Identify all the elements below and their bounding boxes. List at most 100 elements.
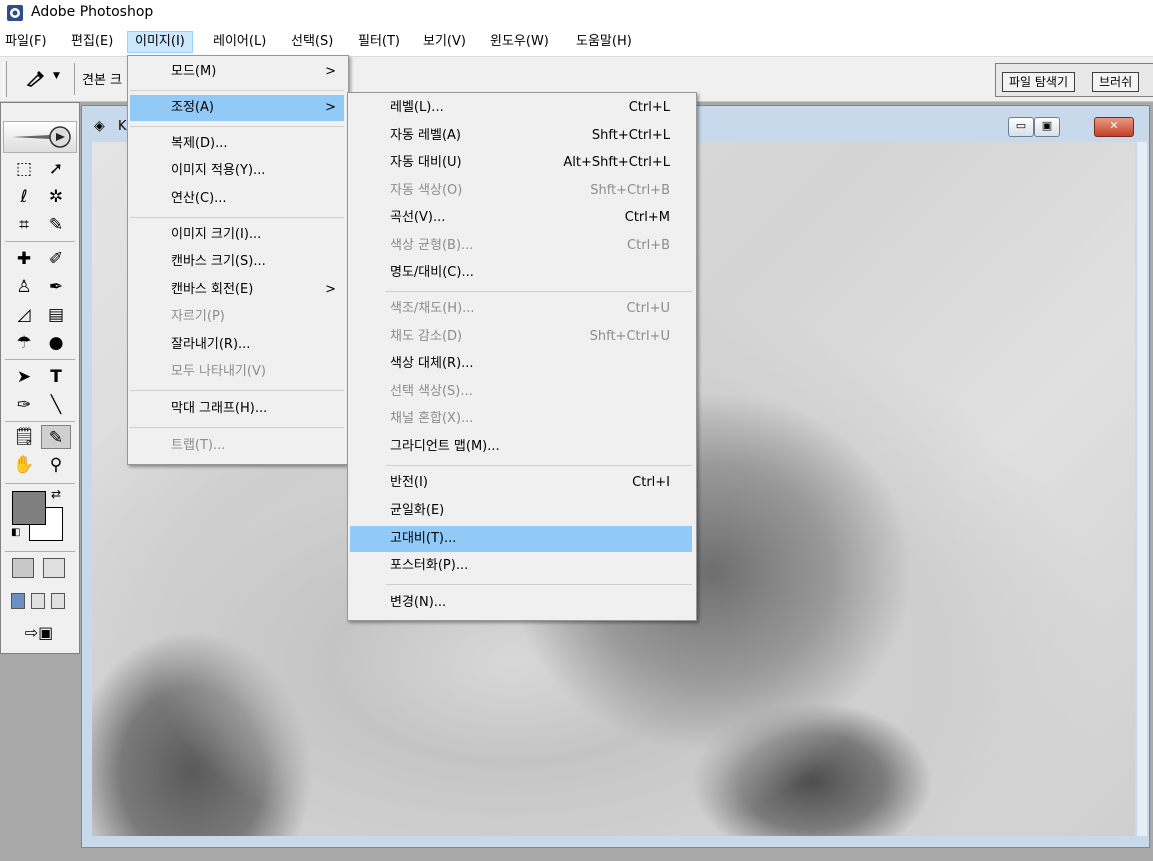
minimize-button[interactable]: ▭	[1008, 117, 1034, 137]
path-selection-tool-icon[interactable]: ➤	[9, 365, 39, 389]
pen-tool-icon[interactable]: ✑	[9, 393, 39, 417]
image-menu-item[interactable]: 복제(D)...	[130, 131, 344, 157]
image-menu-item[interactable]: 이미지 크기(I)...	[130, 222, 344, 248]
tab-file-browser[interactable]: 파일 탐색기	[1002, 72, 1076, 92]
type-tool-icon[interactable]: T	[41, 365, 71, 389]
adjust-menu-item[interactable]: 색상 균형(B)... Ctrl+B	[350, 233, 692, 259]
menu-view[interactable]: 보기(V)	[423, 32, 466, 52]
menu-item-shortcut: Shft+Ctrl+B	[590, 183, 670, 198]
clone-stamp-tool-icon[interactable]: ♙	[9, 275, 39, 299]
eraser-tool-icon[interactable]: ◿	[9, 303, 39, 327]
menu-help[interactable]: 도움말(H)	[576, 32, 632, 52]
adjust-menu-item[interactable]: 레벨(L)... Ctrl+L	[350, 95, 692, 121]
image-menu-item[interactable]: 잘라내기(R)...	[130, 332, 344, 358]
image-menu-item[interactable]: 자르기(P)	[130, 304, 344, 330]
adjust-menu-item[interactable]: 자동 레벨(A) Shft+Ctrl+L	[350, 123, 692, 149]
menu-item-label: 막대 그래프(H)...	[171, 401, 268, 416]
close-button[interactable]: ✕	[1094, 117, 1134, 137]
menu-edit[interactable]: 편집(E)	[71, 32, 113, 52]
quick-mask-mode-icon[interactable]	[43, 558, 65, 578]
zoom-tool-icon[interactable]: ⚲	[41, 453, 71, 477]
menu-item-label: 캔바스 크기(S)...	[171, 254, 266, 269]
healing-brush-tool-icon[interactable]: ✚	[9, 247, 39, 271]
adjust-menu-item[interactable]: 색상 대체(R)...	[350, 351, 692, 377]
menu-item-shortcut: Ctrl+U	[626, 301, 670, 316]
move-tool-icon[interactable]: ➚	[41, 157, 71, 181]
swap-colors-icon[interactable]: ⇄	[51, 487, 61, 501]
image-menu-item[interactable]: 연산(C)...	[130, 186, 344, 212]
toolbox-separator	[5, 483, 75, 484]
lasso-tool-icon[interactable]: ℓ	[9, 185, 39, 209]
adjust-menu-item[interactable]: 균일화(E)	[350, 498, 692, 524]
screen-mode-full-menu-icon[interactable]	[31, 593, 45, 609]
menu-select[interactable]: 선택(S)	[291, 32, 333, 52]
adjust-menu-item[interactable]: 자동 대비(U) Alt+Shft+Ctrl+L	[350, 150, 692, 176]
marquee-tool-icon[interactable]: ⬚	[9, 157, 39, 181]
adjust-menu-item[interactable]: 고대비(T)...	[350, 526, 692, 552]
image-menu-item[interactable]: 이미지 적용(Y)...	[130, 158, 344, 184]
adjust-menu-item[interactable]: 채도 감소(D) Shft+Ctrl+U	[350, 324, 692, 350]
menu-window[interactable]: 윈도우(W)	[490, 32, 549, 52]
magic-wand-tool-icon[interactable]: ✲	[41, 185, 71, 209]
menu-item-label: 채널 혼합(X)...	[390, 411, 474, 426]
line-tool-icon[interactable]: ╲	[41, 393, 71, 417]
image-menu-item[interactable]: 캔바스 회전(E) >	[130, 277, 344, 303]
options-bar-grip[interactable]	[3, 61, 7, 97]
menu-image[interactable]: 이미지(I)	[127, 31, 193, 53]
tab-brushes[interactable]: 브러쉬	[1092, 72, 1140, 92]
menu-file[interactable]: 파일(F)	[5, 32, 47, 52]
menu-layer[interactable]: 레이어(L)	[213, 32, 266, 52]
standard-mode-icon[interactable]	[12, 558, 34, 578]
menu-item-shortcut: Ctrl+L	[628, 100, 670, 115]
screen-mode-full-icon[interactable]	[51, 593, 65, 609]
menu-item-label: 모드(M)	[171, 64, 217, 79]
crop-tool-icon[interactable]: ⌗	[9, 213, 39, 237]
brush-tool-icon[interactable]: ✐	[41, 247, 71, 271]
image-menu-item[interactable]: 조정(A) >	[130, 95, 344, 121]
default-colors-icon[interactable]: ◧	[11, 527, 20, 538]
slice-tool-icon[interactable]: ✎	[41, 213, 71, 237]
image-menu-item[interactable]: 캔바스 크기(S)...	[130, 249, 344, 275]
maximize-button[interactable]: ▣	[1034, 117, 1060, 137]
image-menu-item[interactable]: 모두 나타내기(V)	[130, 359, 344, 385]
adjust-menu-item[interactable]: 채널 혼합(X)...	[350, 406, 692, 432]
image-menu-item[interactable]: 트랩(T)...	[130, 433, 344, 459]
menu-separator	[386, 291, 692, 292]
menu-item-label: 그라디언트 맵(M)...	[390, 439, 500, 454]
image-menu-item[interactable]: 막대 그래프(H)...	[130, 396, 344, 422]
toolbox-separator	[5, 551, 75, 552]
menu-item-label: 잘라내기(R)...	[171, 337, 251, 352]
blur-tool-icon[interactable]: ☂	[9, 331, 39, 355]
adjust-menu-item[interactable]: 자동 색상(O) Shft+Ctrl+B	[350, 178, 692, 204]
adjust-menu-item[interactable]: 그라디언트 맵(M)...	[350, 434, 692, 460]
jump-to-imageready-icon[interactable]: ⇨▣	[13, 621, 65, 645]
hand-tool-icon[interactable]: ✋	[9, 453, 39, 477]
adjust-menu-item[interactable]: 포스터화(P)...	[350, 553, 692, 579]
adjust-menu-item[interactable]: 선택 색상(S)...	[350, 379, 692, 405]
tool-preset-arrow-icon[interactable]: ▼	[53, 71, 60, 81]
menu-item-label: 선택 색상(S)...	[390, 384, 473, 399]
adjust-menu-item[interactable]: 변경(N)...	[350, 590, 692, 616]
dodge-tool-icon[interactable]: ●	[41, 331, 71, 355]
document-icon: ◈	[94, 118, 105, 134]
adjust-menu-item[interactable]: 반전(I) Ctrl+I	[350, 470, 692, 496]
minimize-icon: ▭	[1015, 119, 1027, 132]
photoshop-app-icon	[7, 5, 23, 21]
adjust-menu-item[interactable]: 곡선(V)... Ctrl+M	[350, 205, 692, 231]
toolbox-header-logo[interactable]	[3, 121, 77, 153]
foreground-color-swatch[interactable]	[12, 491, 46, 525]
adjust-menu-item[interactable]: 명도/대비(C)...	[350, 260, 692, 286]
image-menu-item[interactable]: 모드(M) >	[130, 59, 344, 85]
screen-mode-standard-icon[interactable]	[11, 593, 25, 609]
menu-item-label: 곡선(V)...	[390, 210, 446, 225]
eyedropper-icon[interactable]	[24, 67, 48, 87]
submenu-arrow-icon: >	[325, 64, 336, 79]
history-brush-tool-icon[interactable]: ✒	[41, 275, 71, 299]
adjust-menu-item[interactable]: 색조/채도(H)... Ctrl+U	[350, 296, 692, 322]
vertical-scrollbar[interactable]	[1137, 142, 1147, 836]
image-menu-dropdown: 모드(M) > 조정(A) > 복제(D)... 이미지 적용(Y)... 연산(C)...…	[127, 55, 349, 465]
menu-filter[interactable]: 필터(T)	[358, 32, 400, 52]
notes-tool-icon[interactable]: 🗒	[9, 425, 39, 449]
gradient-tool-icon[interactable]: ▤	[41, 303, 71, 327]
eyedropper-tool-icon[interactable]: ✎	[41, 425, 71, 449]
